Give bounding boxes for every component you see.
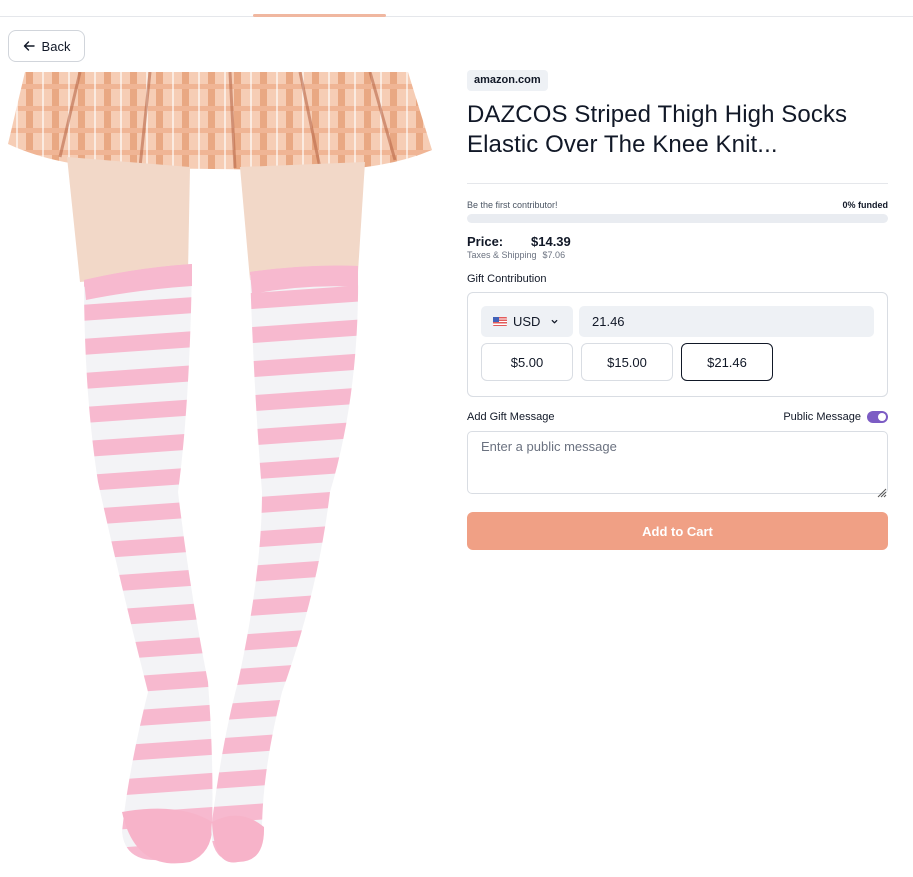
toggle-knob <box>878 413 886 421</box>
currency-row: USD <box>481 306 874 337</box>
currency-value: USD <box>513 314 541 329</box>
product-title: DAZCOS Striped Thigh High Socks Elastic … <box>467 101 848 158</box>
preset-amount-5[interactable]: $5.00 <box>481 343 573 381</box>
gift-message-header: Add Gift Message Public Message <box>467 411 888 423</box>
source-badge: amazon.com <box>467 70 548 91</box>
price-label: Price: <box>467 234 504 249</box>
product-details-panel: amazon.com DAZCOS Striped Thigh High Soc… <box>467 70 888 550</box>
public-message-label: Public Message <box>783 411 861 423</box>
price-value: $14.39 <box>531 234 571 249</box>
public-message-control: Public Message <box>783 411 888 423</box>
arrow-left-icon <box>23 41 35 51</box>
product-image <box>0 72 440 867</box>
add-to-cart-button[interactable]: Add to Cart <box>467 512 888 550</box>
funded-percent: 0% funded <box>842 200 888 210</box>
gift-message-textarea[interactable] <box>467 431 888 494</box>
tax-value: $7.06 <box>542 250 566 260</box>
chevron-down-icon <box>552 319 558 324</box>
gift-message-label: Add Gift Message <box>467 411 555 423</box>
contributor-text: Be the first contributor! <box>467 200 558 210</box>
resize-handle-icon[interactable] <box>875 486 887 498</box>
public-message-toggle[interactable] <box>867 411 888 423</box>
amount-input[interactable] <box>579 306 874 337</box>
funding-progress-bar <box>467 214 888 223</box>
preset-amounts: $5.00 $15.00 $21.46 <box>481 343 874 381</box>
top-nav-bar <box>0 0 913 17</box>
currency-select[interactable]: USD <box>481 306 573 337</box>
product-photo-socks <box>8 72 432 864</box>
back-button-label: Back <box>41 38 71 54</box>
us-flag-icon <box>493 317 507 326</box>
gift-contribution-label: Gift Contribution <box>467 273 547 285</box>
preset-amount-21-46[interactable]: $21.46 <box>681 343 773 381</box>
back-button[interactable]: Back <box>8 30 85 62</box>
price-row: Price: $14.39 <box>467 234 888 249</box>
funding-status: Be the first contributor! 0% funded <box>467 200 888 210</box>
tax-label: Taxes & Shipping <box>467 250 537 260</box>
preset-amount-15[interactable]: $15.00 <box>581 343 673 381</box>
divider <box>467 183 888 184</box>
active-tab-indicator <box>253 14 386 17</box>
gift-contribution-box: USD $5.00 $15.00 $21.46 <box>467 292 888 397</box>
tax-shipping: Taxes & Shipping $7.06 <box>467 250 888 260</box>
